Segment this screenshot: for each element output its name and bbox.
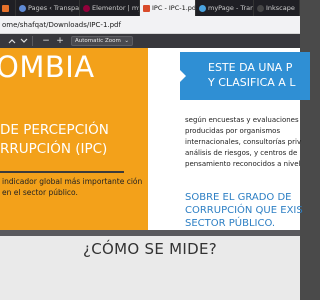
chevron-up-icon[interactable] xyxy=(6,36,18,46)
tab-2-label: Pages ‹ Transpare xyxy=(28,4,80,12)
tab-favicon xyxy=(2,4,9,12)
banner-text: ESTE DA UNA P Y CLASIFICA A L xyxy=(208,60,295,90)
banner-line-1: ESTE DA UNA P xyxy=(208,61,293,74)
right-heading: SOBRE EL GRADO DE CORRUPCIÓN QUE EXIS SE… xyxy=(185,191,303,230)
tab-5[interactable]: myPage - Transp xyxy=(196,0,254,16)
toolbar-divider xyxy=(32,36,33,46)
wordpress-icon xyxy=(19,4,26,12)
tab-6-label: Inkscape xyxy=(266,4,295,12)
right-heading-line-2: CORRUPCIÓN QUE EXIS xyxy=(185,205,303,216)
banner-line-2: Y CLASIFICA A L xyxy=(208,76,296,89)
left-paragraph: indicador global más importante ción en … xyxy=(2,177,143,197)
subtitle-line-1: DE PERCEPCIÓN xyxy=(0,122,109,138)
subtitle-line-2: RRUPCIÓN (IPC) xyxy=(0,141,108,157)
tab-4-active[interactable]: IPC - IPC-1.pdf × xyxy=(140,0,196,16)
address-bar[interactable]: ome/shafqat/Downloads/IPC-1.pdf xyxy=(0,16,300,34)
pdf-icon xyxy=(143,4,150,12)
tab-3-label: Elementor | mySit xyxy=(92,4,139,12)
right-heading-line-1: SOBRE EL GRADO DE xyxy=(185,192,292,203)
tab-5-label: myPage - Transp xyxy=(208,4,254,12)
right-heading-line-3: SECTOR PÚBLICO. xyxy=(185,218,276,229)
right-paragraph: según encuestas y evaluaciones producida… xyxy=(185,116,302,168)
wordpress-icon xyxy=(199,4,206,12)
page-subtitle: DE PERCEPCIÓN RRUPCIÓN (IPC) xyxy=(0,121,109,159)
blue-banner: ESTE DA UNA P Y CLASIFICA A L xyxy=(179,52,310,100)
tab-2[interactable]: Pages ‹ Transpare xyxy=(16,0,80,16)
divider xyxy=(0,171,124,173)
zoom-out-button[interactable]: − xyxy=(39,36,53,46)
tab-1[interactable] xyxy=(0,0,16,16)
elementor-icon xyxy=(83,4,90,12)
url-text[interactable]: ome/shafqat/Downloads/IPC-1.pdf xyxy=(2,21,121,29)
tab-3[interactable]: Elementor | mySit xyxy=(80,0,140,16)
zoom-value: Automatic Zoom xyxy=(75,38,121,44)
page-big-title: OMBIA xyxy=(0,50,95,84)
next-page-title: ¿CÓMO SE MIDE? xyxy=(82,240,218,258)
tab-bar: Pages ‹ Transpare Elementor | mySit IPC … xyxy=(0,0,300,16)
chevron-down-icon: ⌄ xyxy=(124,38,129,44)
tab-6[interactable]: Inkscape xyxy=(254,0,300,16)
inkscape-icon xyxy=(257,4,264,12)
orange-panel: OMBIA DE PERCEPCIÓN RRUPCIÓN (IPC) indic… xyxy=(0,48,148,230)
pdf-page: OMBIA DE PERCEPCIÓN RRUPCIÓN (IPC) indic… xyxy=(0,48,310,230)
tab-4-label: IPC - IPC-1.pdf xyxy=(152,4,196,12)
chevron-down-icon[interactable] xyxy=(18,36,30,46)
zoom-in-button[interactable]: + xyxy=(53,36,67,46)
pdf-toolbar: − + Automatic Zoom ⌄ xyxy=(0,34,300,48)
zoom-select[interactable]: Automatic Zoom ⌄ xyxy=(71,36,133,46)
